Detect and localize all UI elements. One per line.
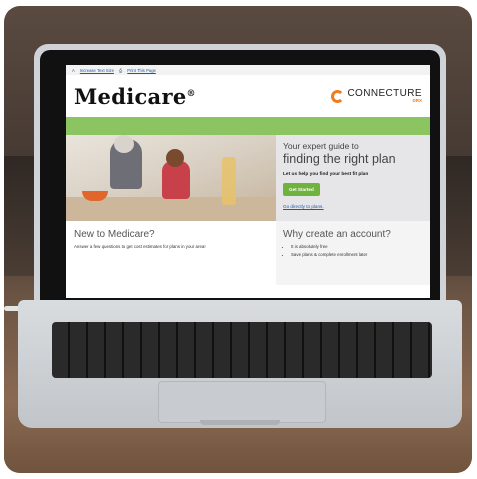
brand-text: Medicare [74, 83, 187, 109]
base-lip [200, 420, 280, 425]
go-to-plans-link[interactable]: Go directly to plans. [283, 204, 423, 209]
text-size-icon: A [72, 67, 75, 73]
get-started-button[interactable]: Get Started [283, 183, 320, 196]
accessibility-bar: A Increase Text Size ⎙ Print This Page [66, 65, 430, 75]
trackpad [158, 381, 326, 423]
hero-promo: Your expert guide to finding the right p… [276, 135, 430, 221]
list-item: It is absolutely free [291, 244, 423, 249]
hero-subtitle: Let us help you find your best fit plan [283, 172, 369, 177]
hero-section: Your expert guide to finding the right p… [66, 135, 430, 221]
list-item: Save plans & complete enrollment later [291, 252, 423, 257]
account-heading: Why create an account? [283, 229, 391, 240]
new-to-medicare-panel: New to Medicare? Answer a few questions … [66, 221, 276, 285]
print-page-link[interactable]: Print This Page [127, 68, 156, 73]
site-header: Medicare® CONNECTURE DRX [66, 75, 430, 117]
laptop-screen: A Increase Text Size ⎙ Print This Page M… [66, 65, 430, 298]
green-banner [66, 117, 430, 135]
connecture-icon [331, 89, 345, 103]
account-benefits-list: It is absolutely free Save plans & compl… [283, 244, 423, 257]
increase-text-size-link[interactable]: Increase Text Size [80, 68, 114, 73]
new-to-medicare-text: Answer a few questions to get cost estim… [74, 244, 206, 249]
info-section: New to Medicare? Answer a few questions … [66, 221, 430, 285]
keyboard [52, 322, 432, 378]
print-icon: ⎙ [118, 67, 123, 73]
medicare-logo[interactable]: Medicare® [74, 84, 196, 109]
child-head [166, 149, 184, 167]
grandmother-head [114, 135, 134, 153]
connecture-logo: CONNECTURE DRX [331, 89, 422, 103]
pasta-jar [222, 157, 236, 205]
hero-line2: finding the right plan [283, 152, 396, 166]
connecture-name: CONNECTURE [347, 88, 422, 99]
new-to-medicare-heading: New to Medicare? [74, 229, 155, 240]
account-panel: Why create an account? It is absolutely … [276, 221, 430, 285]
hero-photo [66, 135, 276, 221]
hero-line1: Your expert guide to [283, 141, 359, 151]
registered-mark: ® [186, 88, 196, 99]
